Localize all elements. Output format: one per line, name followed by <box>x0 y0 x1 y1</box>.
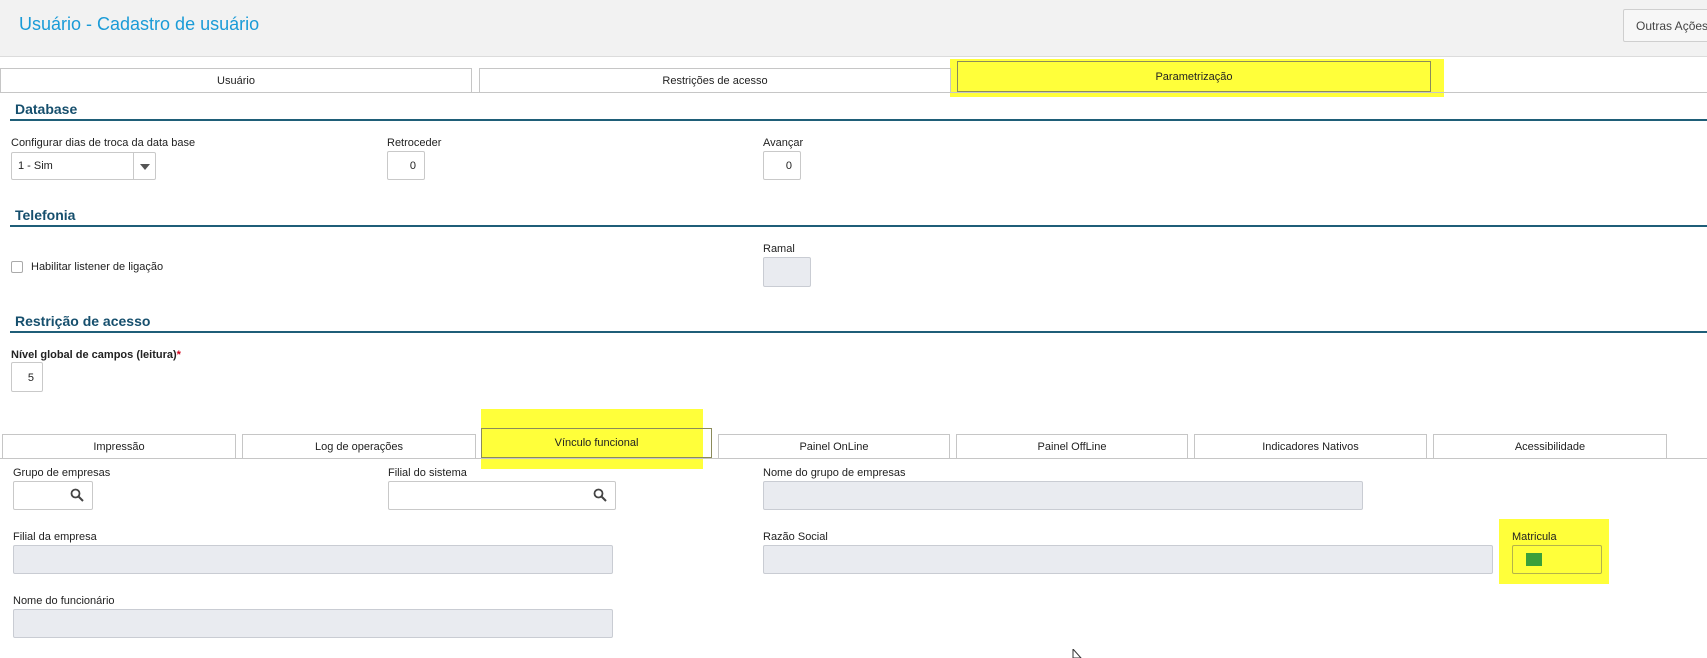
matricula-label: Matricula <box>1512 531 1557 543</box>
nome-funcionario-label: Nome do funcionário <box>13 595 115 607</box>
page-header: Usuário - Cadastro de usuário Outras Açõ… <box>0 0 1707 57</box>
chevron-down-icon[interactable] <box>133 153 155 179</box>
tab-parametrizacao[interactable]: Parametrização <box>957 61 1431 92</box>
required-mark: * <box>176 349 181 361</box>
page-title: Usuário - Cadastro de usuário <box>19 14 260 34</box>
filial-empresa-label: Filial da empresa <box>13 531 97 543</box>
tab-painel-online[interactable]: Painel OnLine <box>718 434 950 458</box>
tab-label: Acessibilidade <box>1514 440 1586 453</box>
nivel-global-label: Nível global de campos (leitura)* <box>11 349 181 361</box>
ramal-label: Ramal <box>763 243 795 255</box>
avancar-label: Avançar <box>763 137 804 149</box>
tab-label: Restrições de acesso <box>662 74 768 87</box>
tab-label: Painel OffLine <box>1037 440 1107 453</box>
nivel-global-input[interactable]: 5 <box>11 362 43 392</box>
retroceder-label: Retroceder <box>387 137 442 149</box>
grupo-empresas-input[interactable] <box>13 481 93 510</box>
tab-label: Usuário <box>217 74 255 87</box>
retroceder-input[interactable]: 0 <box>387 151 425 180</box>
nome-grupo-input[interactable] <box>763 481 1363 510</box>
section-title-telefonia: Telefonia <box>15 207 76 223</box>
razao-social-label: Razão Social <box>763 531 828 543</box>
nome-grupo-label: Nome do grupo de empresas <box>763 467 906 479</box>
more-actions-button[interactable]: Outras Ações <box>1623 9 1707 42</box>
matricula-input[interactable] <box>1512 545 1602 574</box>
config-dias-label: Configurar dias de troca da data base <box>11 137 196 149</box>
tab-vinculo-funcional[interactable]: Vínculo funcional <box>481 428 712 458</box>
filial-sistema-input[interactable] <box>388 481 616 510</box>
section-divider <box>10 119 1707 121</box>
tab-label: Indicadores Nativos <box>1262 440 1359 453</box>
tab-label: Vínculo funcional <box>554 437 639 449</box>
listener-label: Habilitar listener de ligação <box>31 261 164 273</box>
search-icon[interactable] <box>70 488 84 502</box>
section-divider <box>10 331 1707 333</box>
filial-empresa-input[interactable] <box>13 545 613 574</box>
section-title-restricao: Restrição de acesso <box>15 313 151 329</box>
mouse-cursor-icon <box>1072 649 1082 658</box>
tab-acessibilidade[interactable]: Acessibilidade <box>1433 434 1667 458</box>
nivel-global-text: Nível global de campos (leitura) <box>11 349 177 361</box>
matricula-value-marker <box>1526 553 1542 566</box>
tab-label: Log de operações <box>314 440 404 453</box>
listener-checkbox[interactable] <box>11 261 23 273</box>
section-divider <box>10 225 1707 227</box>
tab-indicadores-nativos[interactable]: Indicadores Nativos <box>1194 434 1427 458</box>
grupo-empresas-label: Grupo de empresas <box>13 467 111 479</box>
sub-tabs-baseline <box>0 458 1707 459</box>
razao-social-input[interactable] <box>763 545 1493 574</box>
tab-label: Impressão <box>93 440 145 453</box>
tab-usuario[interactable]: Usuário <box>0 68 472 92</box>
search-icon[interactable] <box>593 488 607 502</box>
tab-restricoes-acesso[interactable]: Restrições de acesso <box>479 68 951 92</box>
main-tabs-baseline <box>0 92 1707 93</box>
filial-sistema-label: Filial do sistema <box>388 467 467 479</box>
config-dias-value: 1 - Sim <box>18 160 53 172</box>
nome-funcionario-input[interactable] <box>13 609 613 638</box>
tab-label: Painel OnLine <box>799 440 869 453</box>
tab-impressao[interactable]: Impressão <box>2 434 236 458</box>
avancar-input[interactable]: 0 <box>763 151 801 180</box>
ramal-input[interactable] <box>763 257 811 287</box>
tab-painel-offline[interactable]: Painel OffLine <box>956 434 1188 458</box>
config-dias-select[interactable]: 1 - Sim <box>11 152 156 180</box>
tab-label: Parametrização <box>1155 70 1233 83</box>
section-title-database: Database <box>15 101 78 117</box>
tab-log-operacoes[interactable]: Log de operações <box>242 434 476 458</box>
